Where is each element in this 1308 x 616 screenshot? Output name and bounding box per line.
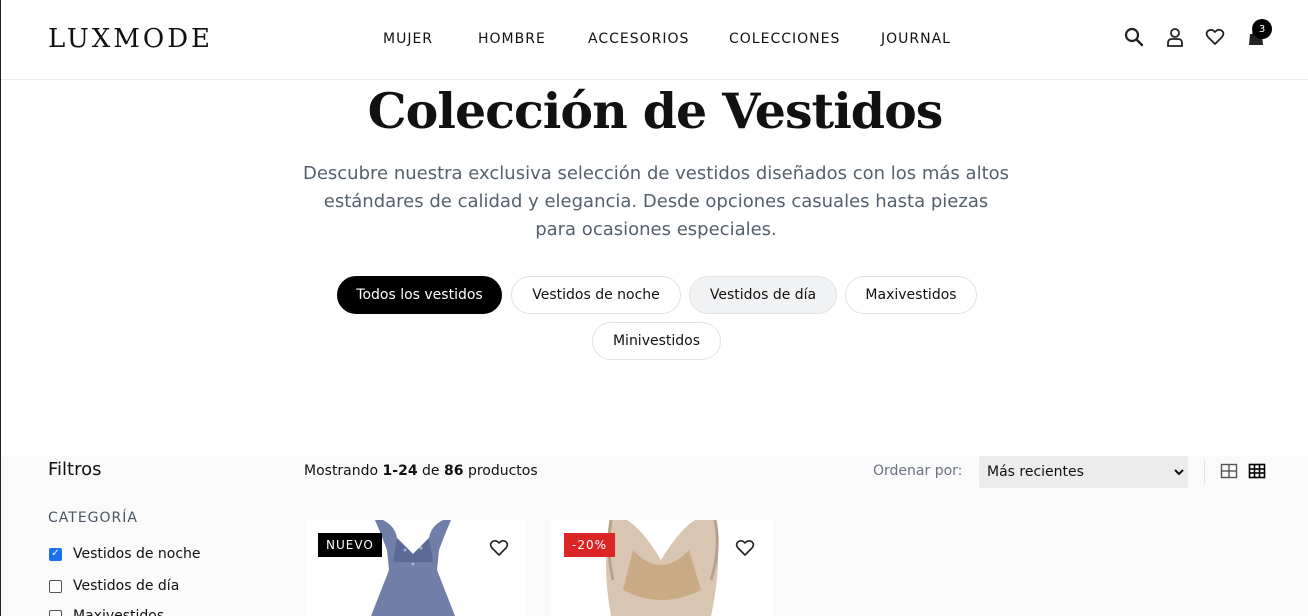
wishlist-heart-icon[interactable] [735, 538, 755, 558]
nav-item-accesorios[interactable]: ACCESORIOS [588, 31, 689, 47]
sort-select[interactable]: Más recientes [979, 456, 1188, 488]
wishlist-heart-icon[interactable] [489, 538, 509, 558]
nav-item-hombre[interactable]: HOMBRE [478, 31, 546, 47]
category-pill-todos[interactable]: Todos los vestidos [337, 276, 502, 314]
filter-option-label: Maxivestidos [73, 608, 165, 616]
results-range: 1-24 [382, 463, 418, 479]
category-pill-mini[interactable]: Minivestidos [592, 322, 721, 360]
category-pill-dia[interactable]: Vestidos de día [689, 276, 837, 314]
user-icon[interactable] [1164, 26, 1186, 48]
heart-icon[interactable] [1204, 26, 1226, 48]
search-icon[interactable] [1123, 26, 1145, 48]
checkbox[interactable] [49, 579, 62, 593]
grid-view-icon[interactable] [1220, 462, 1238, 480]
nav-item-journal[interactable]: JOURNAL [881, 31, 951, 47]
category-pill-maxi[interactable]: Maxivestidos [845, 276, 977, 314]
brand-logo[interactable]: LUXMODE [48, 24, 213, 54]
category-filter-heading: CATEGORÍA [48, 510, 138, 526]
category-pill-noche[interactable]: Vestidos de noche [511, 276, 681, 314]
sort-label: Ordenar por: [873, 463, 963, 479]
filter-option-maxi[interactable]: Maxivestidos [49, 606, 164, 616]
site-header: LUXMODE MUJER HOMBRE ACCESORIOS COLECCIO… [1, 0, 1308, 80]
product-card[interactable]: -20% [551, 520, 773, 616]
results-of: de [422, 463, 440, 479]
cart-count-badge: 3 [1252, 19, 1272, 39]
nav-item-mujer[interactable]: MUJER [383, 31, 433, 47]
results-total: 86 [444, 463, 464, 479]
filters-title: Filtros [48, 459, 102, 480]
filter-option-label: Vestidos de día [73, 578, 180, 594]
product-badge-new: NUEVO [318, 533, 382, 557]
results-count: Mostrando 1-24 de 86 productos [304, 463, 538, 479]
product-card[interactable]: NUEVO [305, 520, 527, 616]
checkbox-checked[interactable]: ✓ [49, 547, 62, 561]
results-prefix: Mostrando [304, 463, 379, 479]
results-suffix: productos [467, 463, 538, 479]
checkbox[interactable] [49, 609, 62, 616]
filter-option-dia[interactable]: Vestidos de día [49, 576, 179, 596]
page-description: Descubre nuestra exclusiva selección de … [302, 163, 1010, 240]
page-title: Colección de Vestidos [367, 82, 944, 140]
nav-item-colecciones[interactable]: COLECCIONES [729, 31, 840, 47]
toolbar-divider [1204, 460, 1205, 484]
filter-option-label: Vestidos de noche [73, 546, 201, 562]
filter-option-noche[interactable]: ✓ Vestidos de noche [49, 544, 201, 564]
product-badge-discount: -20% [564, 533, 616, 557]
dense-grid-view-icon[interactable] [1248, 462, 1266, 480]
